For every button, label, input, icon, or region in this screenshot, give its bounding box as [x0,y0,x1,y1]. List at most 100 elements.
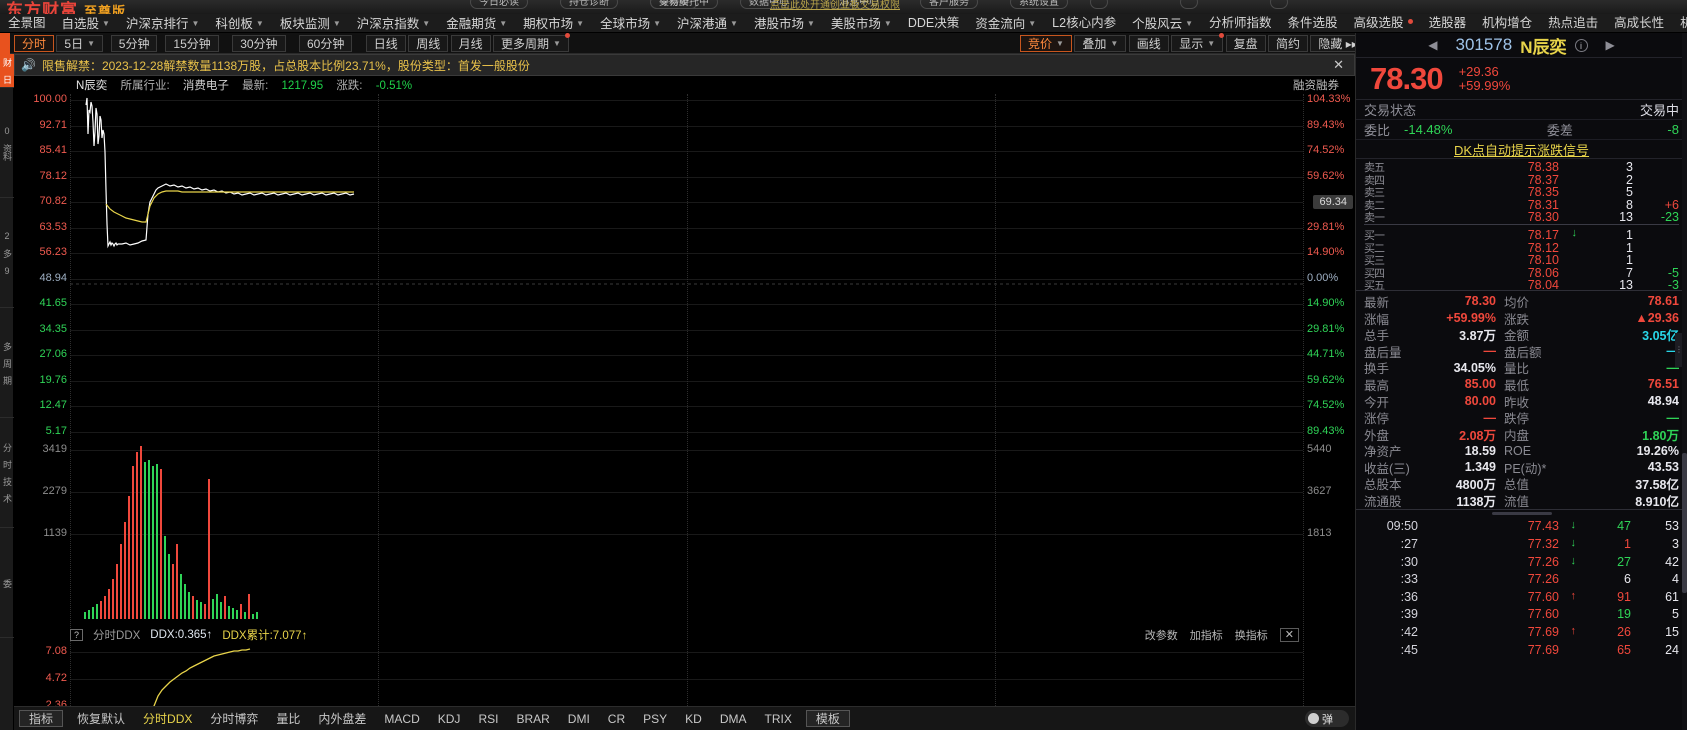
period-button-9[interactable]: 更多周期 ▼ [493,33,570,52]
menu-item-3[interactable]: 科创板 ▼ [207,14,271,33]
menu-item-2[interactable]: 沪深京排行 ▼ [118,14,207,33]
add-indicator-button[interactable]: 加指标 [1190,627,1223,643]
next-stock-icon[interactable]: ▶ [1606,38,1615,52]
period-button-8[interactable]: 月线 [450,35,491,52]
menu-item-16[interactable]: 分析师指数 [1201,14,1280,33]
menu-item-4[interactable]: 板块监测 ▼ [272,14,349,33]
period-button-4[interactable]: 30分钟 [232,35,286,52]
order-book[interactable]: 卖五 78.38 3 卖四 78.37 2 卖三 78.35 5 卖二 78.31 8 +6 卖一 78.3… [1356,159,1687,292]
period-button-7[interactable]: 周线 [408,35,449,52]
help-icon[interactable]: ? [70,629,84,641]
menu-item-14[interactable]: L2核心内参 [1044,14,1124,33]
indicator-tab-2[interactable]: 分时DDX [134,707,201,730]
menu-item-7[interactable]: 期权市场 ▼ [515,14,592,33]
chart-tool-button-2[interactable]: 画线 [1128,35,1169,52]
period-button-5[interactable]: 60分钟 [299,35,353,52]
tick-row[interactable]: :39 77.60 19 5 [1356,606,1687,624]
period-button-3[interactable]: 15分钟 [165,35,219,52]
titlebar-pill-8[interactable] [1180,0,1198,9]
period-button-1[interactable]: 5日 ▼ [56,35,103,52]
indicator-tab-15[interactable]: TRIX [756,707,801,730]
indicator-tab-14[interactable]: DMA [711,707,756,730]
tick-row[interactable]: 09:50 77.43 ↓ 47 53 [1356,518,1687,536]
tick-row[interactable]: :27 77.32 ↓ 1 3 [1356,535,1687,553]
indicator-tab-4[interactable]: 量比 [267,707,309,730]
price-pane[interactable] [70,94,1303,438]
tick-row[interactable]: :30 77.26 ↓ 27 42 [1356,553,1687,571]
chart-tool-button-4[interactable]: 复盘 [1225,35,1266,52]
rail-segment-4[interactable]: 分 时 技 术 [0,418,14,528]
indicator-tab-8[interactable]: RSI [469,707,507,730]
order-book-row[interactable]: 卖四 78.37 2 [1356,172,1687,187]
dk-signal-link[interactable]: DK点自动提示涨跌信号 [1356,140,1687,159]
titlebar-pill-1[interactable]: 持仓诊断 [560,0,618,9]
titlebar-pill-0[interactable]: 今日必读 [470,0,528,9]
menu-item-5[interactable]: 沪深京指数 ▼ [349,14,438,33]
menu-item-10[interactable]: 港股市场 ▼ [746,14,823,33]
rail-segment-0[interactable]: 财 日 [0,54,14,88]
open-gem-permission-link[interactable]: 点击此处开通创业板交易权限 [770,0,900,11]
panel-collapse-handle[interactable]: ⋮ [1675,333,1683,367]
info-icon[interactable]: i [1574,38,1588,52]
order-book-row[interactable]: 买四 78.06 7 -5 [1356,265,1687,280]
chart-tool-button-0[interactable]: 竞价 ▼ [1020,35,1072,52]
period-button-0[interactable]: 分时 [14,35,55,52]
rail-segment-5[interactable]: 委 [0,528,14,638]
order-book-row[interactable]: 卖二 78.31 8 +6 [1356,197,1687,212]
quote-scrollbar[interactable]: ⋮ [1675,33,1687,730]
switch-indicator-button[interactable]: 换指标 [1235,627,1268,643]
menu-item-9[interactable]: 沪深港通 ▼ [669,14,746,33]
period-button-2[interactable]: 5分钟 [110,35,158,52]
menu-item-23[interactable]: 机构 [1672,14,1687,33]
order-book-row[interactable]: 买一 78.17 ↓ 1 [1356,227,1687,242]
tick-row[interactable]: :42 77.69 ↑ 26 15 [1356,623,1687,641]
titlebar-pill-9[interactable] [1270,0,1288,9]
rail-segment-2[interactable]: 2 多 9 [0,198,14,308]
titlebar-pill-6[interactable]: 系统设置 [1010,0,1068,9]
order-book-row[interactable]: 卖三 78.35 5 [1356,184,1687,199]
indicator-tab-7[interactable]: KDJ [429,707,470,730]
indicator-tab-3[interactable]: 分时博弈 [201,707,267,730]
menu-item-11[interactable]: 美股市场 ▼ [823,14,900,33]
menu-item-6[interactable]: 金融期货 ▼ [438,14,515,33]
tick-row[interactable]: :33 77.26 6 4 [1356,570,1687,588]
indicator-tab-0[interactable]: 指标 [19,710,64,727]
indicator-tab-6[interactable]: MACD [375,707,428,730]
indicator-tab-5[interactable]: 内外盘差 [309,707,375,730]
order-book-row[interactable]: 卖一 78.30 13 -23 [1356,209,1687,224]
tick-row[interactable]: :45 77.69 65 24 [1356,641,1687,659]
menu-item-13[interactable]: 资金流向 ▼ [967,14,1044,33]
menu-item-17[interactable]: 条件选股 [1280,14,1346,33]
chart-tool-button-1[interactable]: 叠加 ▼ [1074,35,1127,52]
order-book-row[interactable]: 买二 78.12 1 [1356,240,1687,255]
order-book-row[interactable]: 卖五 78.38 3 [1356,159,1687,174]
indicator-tab-13[interactable]: KD [676,707,711,730]
tick-list[interactable]: 09:50 77.43 ↓ 47 53:27 77.32 ↓ 1 3:30 77.26 ↓ 27 42:… [1356,517,1687,659]
volume-pane[interactable] [70,444,1303,619]
chart-tool-button-5[interactable]: 简约 [1268,35,1309,52]
indicator-tab-12[interactable]: PSY [634,707,676,730]
menu-item-0[interactable]: 全景图 [0,14,54,33]
menu-item-19[interactable]: 选股器 [1421,14,1475,33]
menu-item-20[interactable]: 机构增仓 [1474,14,1540,33]
close-icon[interactable]: ✕ [1279,628,1299,642]
left-side-rail[interactable]: 财 日 0 资料 2 多 9 多 周 期分 时 技 术委 [0,54,14,730]
titlebar-pill-5[interactable]: 客户服务 [920,0,978,9]
menu-item-21[interactable]: 热点追击 [1540,14,1606,33]
chart-tool-button-3[interactable]: 显示 ▼ [1171,33,1225,52]
menu-item-15[interactable]: 个股风云 ▼ [1124,14,1201,33]
prev-stock-icon[interactable]: ◀ [1428,38,1437,52]
indicator-tab-9[interactable]: BRAR [507,707,558,730]
order-book-row[interactable]: 买三 78.10 1 [1356,252,1687,267]
tick-row[interactable]: :36 77.60 ↑ 91 61 [1356,588,1687,606]
indicator-tab-1[interactable]: 恢复默认 [68,707,134,730]
indicator-tab-11[interactable]: CR [599,707,634,730]
rail-segment-1[interactable]: 0 资料 [0,88,14,198]
menu-item-12[interactable]: DDE决策 [900,14,967,33]
menu-item-18[interactable]: 高级选股 [1346,14,1421,33]
menu-item-8[interactable]: 全球市场 ▼ [592,14,669,33]
order-book-row[interactable]: 买五 78.04 13 -3 [1356,277,1687,292]
indicator-tab-16[interactable]: 模板 [805,710,850,727]
rail-segment-3[interactable]: 多 周 期 [0,308,14,418]
popup-toggle[interactable]: 弹 [1305,710,1349,727]
